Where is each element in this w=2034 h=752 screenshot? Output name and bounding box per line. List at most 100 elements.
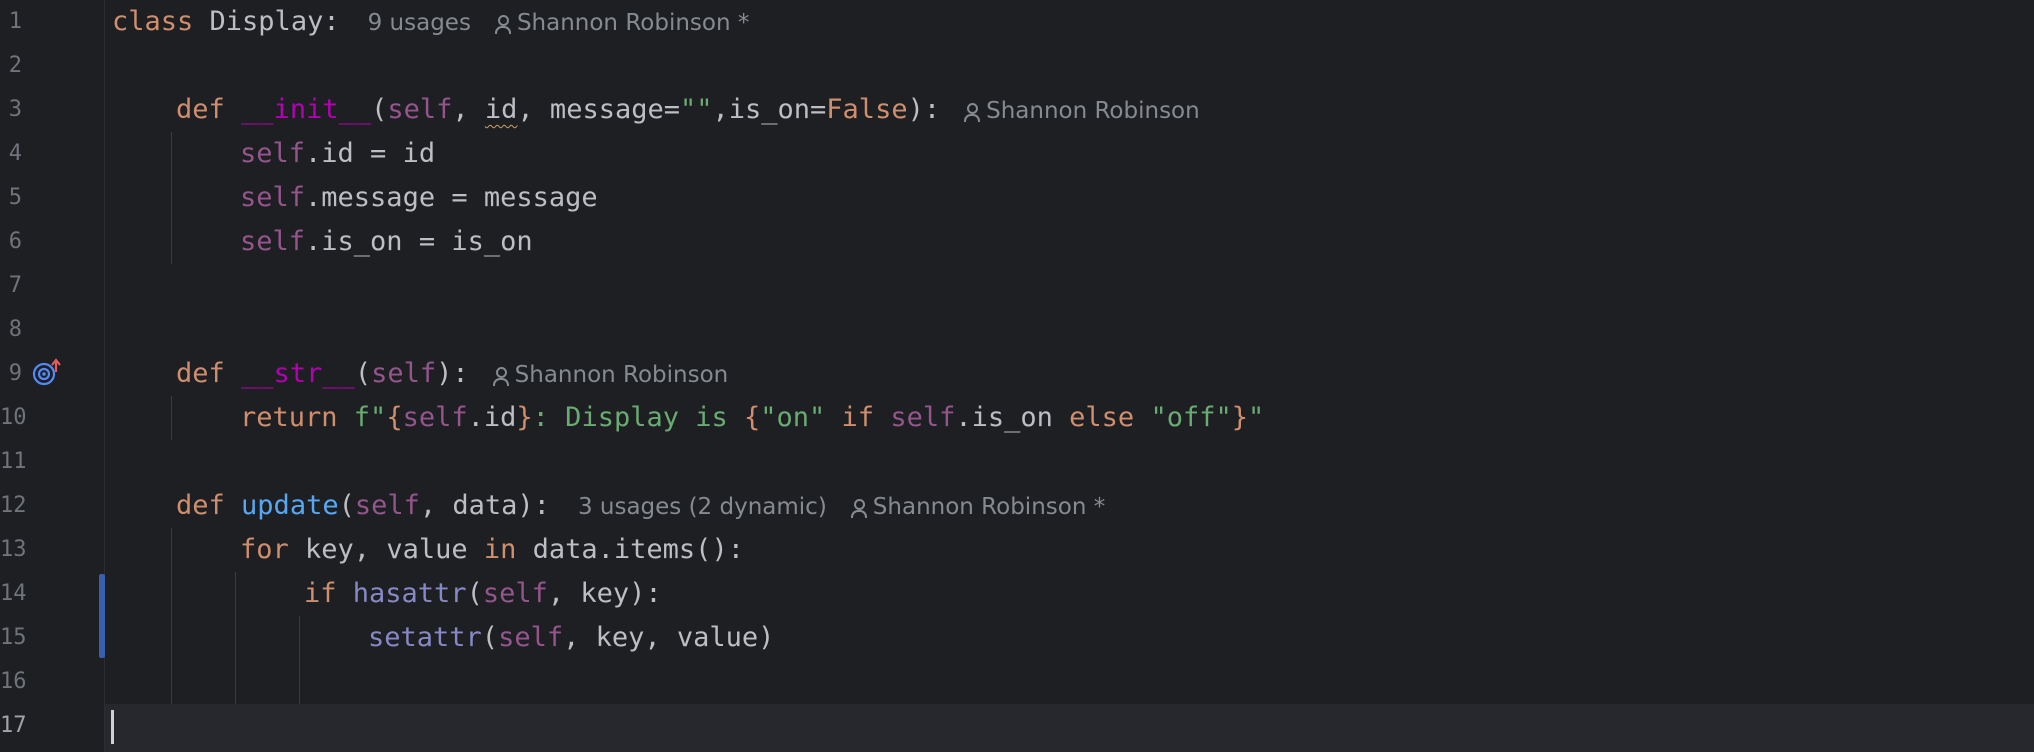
line-number[interactable]: 3 xyxy=(0,88,22,132)
code-text: data.items(): xyxy=(516,534,744,565)
person-icon xyxy=(964,102,981,122)
line-number[interactable]: 13 xyxy=(0,528,27,572)
line-number[interactable]: 9 xyxy=(0,352,22,396)
code-text: .id xyxy=(467,402,517,433)
usages-hint[interactable]: 3 usages (2 dynamic) xyxy=(578,494,827,520)
person-icon xyxy=(492,366,509,386)
current-line-highlight[interactable] xyxy=(105,704,2034,752)
author-hint[interactable]: Shannon Robinson * xyxy=(494,10,750,36)
self-keyword: self xyxy=(482,578,548,609)
author-name: Shannon Robinson * xyxy=(516,10,750,36)
code-text: , message= xyxy=(517,94,680,125)
code-text: .is_on xyxy=(955,402,1053,433)
fstring-brace: { xyxy=(386,402,403,433)
line-number[interactable]: 12 xyxy=(0,484,27,528)
self-keyword: self xyxy=(402,402,468,433)
self-keyword: self xyxy=(890,402,956,433)
author-hint[interactable]: Shannon Robinson xyxy=(964,98,1200,124)
line-number-current[interactable]: 17 xyxy=(0,704,27,748)
string-literal: "on" xyxy=(760,402,826,433)
keyword: return xyxy=(240,402,338,433)
self-keyword: self xyxy=(240,226,306,257)
author-name: Shannon Robinson xyxy=(514,362,729,388)
keyword: class xyxy=(112,6,194,37)
string-literal: f" xyxy=(337,402,387,433)
code-line[interactable]: self.message = message xyxy=(105,176,2034,220)
function-name: update xyxy=(241,490,339,521)
line-number[interactable]: 2 xyxy=(0,44,22,88)
keyword: for xyxy=(240,534,289,565)
code-line[interactable]: def __init__(self, id, message="",is_on=… xyxy=(105,88,2034,132)
string-literal: " xyxy=(1248,402,1265,433)
self-keyword: self xyxy=(240,138,306,169)
code-line[interactable]: setattr(self, key, value) xyxy=(105,616,2034,660)
code-text: ( xyxy=(338,490,355,521)
code-text: .id = id xyxy=(305,138,436,169)
person-icon xyxy=(850,498,867,518)
function-name: __init__ xyxy=(241,94,372,125)
override-method-icon[interactable] xyxy=(32,358,62,388)
author-name: Shannon Robinson * xyxy=(872,494,1106,520)
line-number[interactable]: 14 xyxy=(0,572,27,616)
fstring-brace: } xyxy=(516,402,533,433)
class-name: Display: xyxy=(193,6,340,37)
string-literal: "off" xyxy=(1150,402,1232,433)
self-keyword: self xyxy=(371,358,437,389)
line-number[interactable]: 10 xyxy=(0,396,27,440)
code-line[interactable]: self.id = id xyxy=(105,132,2034,176)
line-number[interactable]: 4 xyxy=(0,132,22,176)
code-text: ): xyxy=(907,94,941,125)
line-number[interactable]: 7 xyxy=(0,264,22,308)
keyword: if xyxy=(825,402,891,433)
code-line[interactable]: if hasattr(self, key): xyxy=(105,572,2034,616)
code-text: .is_on = is_on xyxy=(305,226,533,257)
keyword: if xyxy=(304,578,337,609)
code-text: ( xyxy=(354,358,372,389)
code-line[interactable]: def update(self, data): 3 usages (2 dynam… xyxy=(105,484,2034,528)
line-number[interactable]: 1 xyxy=(0,0,22,44)
fstring-brace: } xyxy=(1231,402,1248,433)
code-editor[interactable]: class Display: 9 usages Shannon Robinson *… xyxy=(105,0,2034,752)
author-name: Shannon Robinson xyxy=(986,98,1200,124)
author-hint[interactable]: Shannon Robinson * xyxy=(850,494,1106,520)
code-text: .message = message xyxy=(305,182,598,213)
code-line[interactable]: def __str__(self): Shannon Robinson xyxy=(105,352,2034,396)
line-number[interactable]: 15 xyxy=(0,616,27,660)
code-text: , key, value) xyxy=(563,622,775,653)
keyword: def xyxy=(176,490,225,521)
self-keyword: self xyxy=(498,622,564,653)
line-number[interactable]: 16 xyxy=(0,660,27,704)
code-line[interactable]: class Display: 9 usages Shannon Robinson * xyxy=(105,0,2034,44)
string-literal: "" xyxy=(679,94,713,125)
usages-hint[interactable]: 9 usages xyxy=(368,10,471,36)
line-number[interactable]: 5 xyxy=(0,176,22,220)
string-literal: : Display is xyxy=(532,402,744,433)
keyword: False xyxy=(826,94,908,125)
self-keyword: self xyxy=(387,94,453,125)
shadowed-builtin-warning[interactable]: id xyxy=(485,94,518,125)
code-text: , data): xyxy=(419,490,550,521)
author-hint[interactable]: Shannon Robinson xyxy=(492,362,729,388)
function-name: __str__ xyxy=(241,358,355,389)
code-text: ( xyxy=(371,94,388,125)
code-text: , key): xyxy=(547,578,662,609)
line-number[interactable]: 6 xyxy=(0,220,22,264)
keyword: else xyxy=(1052,402,1151,433)
keyword: def xyxy=(176,94,225,125)
code-line[interactable]: return f"{self.id}: Display is {"on" if … xyxy=(105,396,2034,440)
code-text: ( xyxy=(466,578,483,609)
code-text: key, value xyxy=(288,534,484,565)
code-text: ): xyxy=(436,358,469,389)
person-icon xyxy=(494,14,511,34)
code-text: , xyxy=(452,94,485,125)
code-line[interactable]: for key, value in data.items(): xyxy=(105,528,2034,572)
builtin-function: hasattr xyxy=(352,578,467,609)
fstring-brace: { xyxy=(744,402,761,433)
code-text: ( xyxy=(481,622,499,653)
text-caret xyxy=(111,710,114,744)
code-line[interactable]: self.is_on = is_on xyxy=(105,220,2034,264)
line-number[interactable]: 8 xyxy=(0,308,22,352)
builtin-function: setattr xyxy=(368,622,482,653)
code-text: ,is_on= xyxy=(712,94,827,125)
line-number[interactable]: 11 xyxy=(0,440,27,484)
